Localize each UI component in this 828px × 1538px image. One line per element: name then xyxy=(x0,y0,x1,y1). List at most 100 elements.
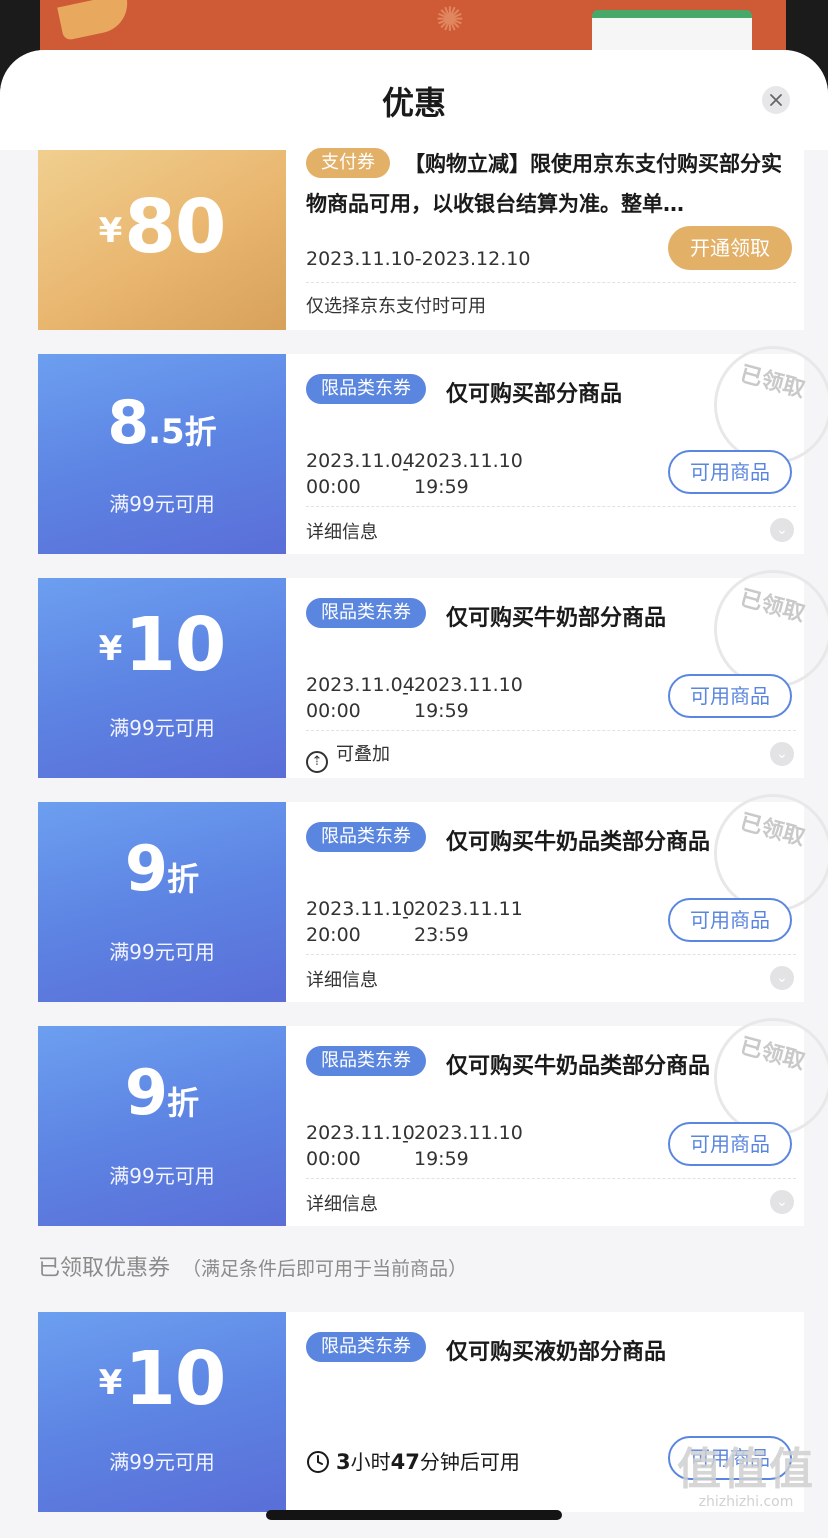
coupon-amount: 8.5折 xyxy=(38,388,286,458)
clock-icon xyxy=(307,1451,329,1473)
coupon-description: 【购物立减】限使用京东支付购买部分实物商品可用，以收银台结算为准。整单… xyxy=(306,144,796,224)
start-date: 2023.11.04 xyxy=(306,674,415,696)
details-link[interactable]: 详细信息 xyxy=(306,1190,378,1216)
coupon-sheet: 优惠 ¥80 支付券 【购物立减】限使用京东支付购买部分实物商品可用，以收银台结… xyxy=(0,50,828,1538)
amount-number: 8 xyxy=(107,388,149,458)
coupon-date-range: 2023.11.10-2023.12.10 xyxy=(306,248,531,270)
chevron-down-icon[interactable]: ⌄ xyxy=(770,742,794,766)
end-date: 2023.11.10 xyxy=(414,450,523,472)
start-time: 00:00 xyxy=(306,1148,361,1170)
close-button[interactable] xyxy=(762,86,790,114)
available-products-button[interactable]: 可用商品 xyxy=(668,450,792,494)
amount-number: 80 xyxy=(124,184,226,270)
coupon-footer-note: 仅选择京东支付时可用 xyxy=(306,296,486,317)
coupon-info: 已领取 限品类东券 仅可购买牛奶品类部分商品 2023.11.10 20:00 -… xyxy=(286,794,828,1002)
available-products-button[interactable]: 可用商品 xyxy=(668,674,792,718)
coupon-type-tag: 限品类东券 xyxy=(306,1332,426,1362)
claimed-stamp: 已领取 xyxy=(714,794,828,912)
coupon-info: 已领取 限品类东券 仅可购买部分商品 2023.11.04 00:00 - 202… xyxy=(286,346,828,554)
watermark-logo: 值值值 xyxy=(677,1444,815,1495)
coupon-value-panel: ¥10 满99元可用 xyxy=(38,578,286,778)
coupon-condition: 满99元可用 xyxy=(109,1164,215,1188)
start-time: 20:00 xyxy=(306,924,361,946)
firework-decoration: ✺ xyxy=(435,0,465,40)
coupon-type-tag: 限品类东券 xyxy=(306,374,426,404)
coupon-start-date: 2023.11.04 00:00 xyxy=(306,448,415,500)
stackable-label: ⇡ 可叠加 xyxy=(306,740,390,773)
start-time: 00:00 xyxy=(306,700,361,722)
coupon-card: 8.5折 满99元可用 已领取 限品类东券 仅可购买部分商品 2023.11.0… xyxy=(38,346,828,554)
coupon-card: 9折 满99元可用 已领取 限品类东券 仅可购买牛奶品类部分商品 2023.11… xyxy=(38,794,828,1002)
close-icon xyxy=(770,94,782,106)
details-link[interactable]: 详细信息 xyxy=(306,518,378,544)
amount-unit: 折 xyxy=(167,1084,200,1122)
section-header: 已领取优惠券 （满足条件后即可用于当前商品） xyxy=(38,1250,467,1282)
coupon-condition: 满99元可用 xyxy=(109,492,215,516)
end-date: 2023.11.11 xyxy=(414,898,523,920)
home-indicator[interactable] xyxy=(266,1510,562,1520)
end-date: 2023.11.10 xyxy=(414,674,523,696)
available-products-button[interactable]: 可用商品 xyxy=(668,898,792,942)
coupon-title: 仅可购买牛奶部分商品 xyxy=(446,606,667,631)
start-date: 2023.11.04 xyxy=(306,450,415,472)
coupon-type-tag: 限品类东券 xyxy=(306,1046,426,1076)
currency-symbol: ¥ xyxy=(98,211,123,251)
currency-symbol: ¥ xyxy=(98,629,123,669)
coupon-info: 支付券 【购物立减】限使用京东支付购买部分实物商品可用，以收银台结算为准。整单…… xyxy=(286,148,804,330)
wait-minutes-label: 分钟后可用 xyxy=(419,1450,520,1474)
divider xyxy=(306,1178,796,1179)
claimed-stamp: 已领取 xyxy=(714,570,828,688)
coupon-title: 仅可购买液奶部分商品 xyxy=(446,1340,667,1365)
divider xyxy=(306,954,796,955)
claimed-stamp: 已领取 xyxy=(714,1018,828,1136)
amount-number: 10 xyxy=(124,602,226,688)
coupon-amount: ¥80 xyxy=(38,184,286,270)
available-products-button[interactable]: 可用商品 xyxy=(668,1122,792,1166)
end-time: 19:59 xyxy=(414,700,469,722)
coupon-value-panel: 9折 满99元可用 xyxy=(38,802,286,1002)
coupon-start-date: 2023.11.04 00:00 xyxy=(306,672,415,724)
amount-unit: 折 xyxy=(167,860,200,898)
coupon-title: 仅可购买牛奶品类部分商品 xyxy=(446,830,711,855)
coupon-info: 已领取 限品类东券 仅可购买牛奶部分商品 2023.11.04 00:00 - 2… xyxy=(286,570,828,778)
chevron-down-icon[interactable]: ⌄ xyxy=(770,518,794,542)
start-date: 2023.11.10 xyxy=(306,898,415,920)
wait-hours: 3 xyxy=(336,1450,351,1474)
amount-number: 9 xyxy=(124,832,168,905)
coupon-amount: ¥10 xyxy=(38,1336,286,1422)
coupon-title: 仅可购买部分商品 xyxy=(446,382,623,407)
coupon-end-date: 2023.11.10 19:59 xyxy=(414,1120,523,1172)
amount-unit: 折 xyxy=(184,413,217,451)
coupon-condition: 满99元可用 xyxy=(109,1450,215,1474)
date-separator: - xyxy=(402,1130,409,1152)
sheet-header: 优惠 xyxy=(0,50,828,150)
section-title: 已领取优惠券 xyxy=(38,1256,171,1281)
sheet-title: 优惠 xyxy=(381,84,446,122)
end-time: 19:59 xyxy=(414,1148,469,1170)
coupon-start-date: 2023.11.10 20:00 xyxy=(306,896,415,948)
activate-claim-button[interactable]: 开通领取 xyxy=(668,226,792,270)
date-separator: - xyxy=(402,682,409,704)
coupon-type-tag: 限品类东券 xyxy=(306,598,426,628)
divider xyxy=(306,506,796,507)
date-separator: - xyxy=(402,458,409,480)
coupon-value-panel: ¥10 满99元可用 xyxy=(38,1312,286,1512)
coupon-end-date: 2023.11.10 19:59 xyxy=(414,672,523,724)
end-time: 19:59 xyxy=(414,476,469,498)
end-time: 23:59 xyxy=(414,924,469,946)
chevron-down-icon[interactable]: ⌄ xyxy=(770,1190,794,1214)
coupon-card: ¥80 支付券 【购物立减】限使用京东支付购买部分实物商品可用，以收银台结算为准… xyxy=(38,148,804,330)
coupon-amount: 9折 xyxy=(38,832,286,905)
coupon-condition: 满99元可用 xyxy=(109,716,215,740)
chevron-down-icon[interactable]: ⌄ xyxy=(770,966,794,990)
section-subtitle: （满足条件后即可用于当前商品） xyxy=(182,1258,468,1280)
divider xyxy=(306,282,796,283)
coupon-value-panel: ¥80 xyxy=(38,150,286,330)
divider xyxy=(306,730,796,731)
coupon-condition: 满99元可用 xyxy=(109,940,215,964)
start-date: 2023.11.10 xyxy=(306,1122,415,1144)
details-link[interactable]: 详细信息 xyxy=(306,966,378,992)
coupon-end-date: 2023.11.11 23:59 xyxy=(414,896,523,948)
coupon-amount: ¥10 xyxy=(38,602,286,688)
coupon-title: 仅可购买牛奶品类部分商品 xyxy=(446,1054,711,1079)
